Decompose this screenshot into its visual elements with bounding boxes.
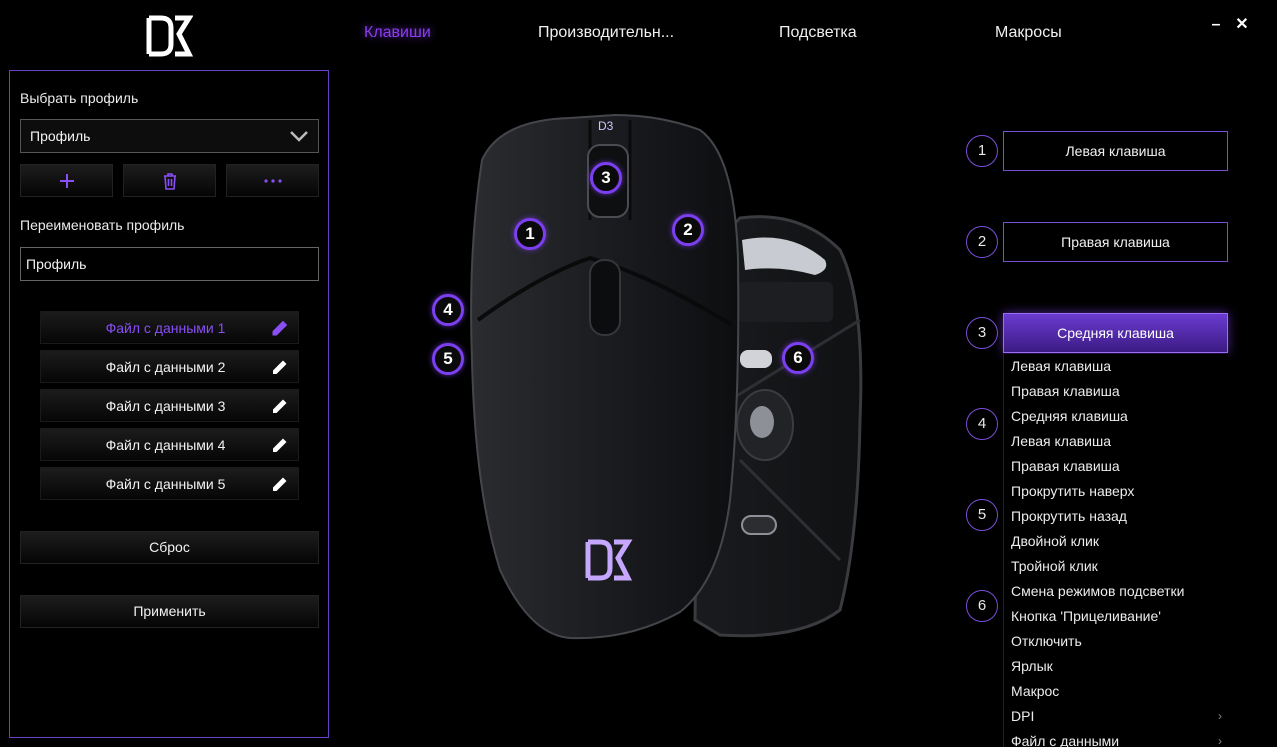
dropdown-item[interactable]: Тройной клик [1004,554,1228,579]
tab-macros[interactable]: Макросы [995,24,1062,42]
tab-keys[interactable]: Клавиши [364,24,431,42]
data-file-item-2[interactable]: Файл с данными 2 [40,350,299,383]
tab-performance[interactable]: Производительн... [538,24,674,42]
more-icon [263,178,282,183]
button-number-3: 3 [966,317,998,349]
wheel-logo: D3 [598,119,614,133]
select-profile-label: Выбрать профиль [20,90,139,106]
button-number-4: 4 [966,408,998,440]
data-file-item-1[interactable]: Файл с данными 1 [40,311,299,344]
mouse-illustration: D3 1 2 3 4 5 6 [420,100,880,650]
chevron-right-icon: › [1218,709,1222,723]
dropdown-item[interactable]: Отключить [1004,629,1228,654]
more-options-button[interactable] [226,164,319,197]
rename-profile-field[interactable] [20,247,319,281]
dropdown-item[interactable]: Прокрутить наверх [1004,479,1228,504]
mouse-image: D3 [470,113,863,640]
mouse-label-5: 5 [432,343,464,375]
mouse-label-2: 2 [672,214,704,246]
dropdown-item[interactable]: Двойной клик [1004,529,1228,554]
dropdown-item[interactable]: Правая клавиша [1004,454,1228,479]
data-file-item-3[interactable]: Файл с данными 3 [40,389,299,422]
edit-pencil-icon[interactable] [270,435,290,455]
dropdown-item[interactable]: Левая клавиша [1004,354,1228,379]
add-profile-button[interactable] [20,164,113,197]
data-file-label: Файл с данными 2 [105,359,226,375]
dropdown-item[interactable]: Ярлык [1004,654,1228,679]
rename-profile-label: Переименовать профиль [20,217,185,233]
chevron-right-icon: › [1218,734,1222,747]
chevron-down-icon [290,131,308,142]
profile-panel: Выбрать профиль Профиль Переименовать пр… [9,70,329,738]
assign-button-3[interactable]: Средняя клавиша [1003,313,1228,353]
dropdown-item-label: DPI [1011,708,1035,724]
button-number-5: 5 [966,499,998,531]
trash-icon [163,172,176,190]
dropdown-item[interactable]: Прокрутить назад [1004,504,1228,529]
dropdown-item-label: Файл с данными [1011,733,1120,747]
close-button[interactable]: ✕ [1231,14,1253,36]
dropdown-item[interactable]: Правая клавиша [1004,379,1228,404]
mouse-label-3: 3 [590,162,622,194]
mouse-label-4: 4 [432,294,464,326]
button-number-6: 6 [966,590,998,622]
edit-pencil-icon[interactable] [270,357,290,377]
function-dropdown: Левая клавиша Правая клавиша Средняя кла… [1003,354,1228,747]
dropdown-item[interactable]: Смена режимов подсветки [1004,579,1228,604]
data-file-item-5[interactable]: Файл с данными 5 [40,467,299,500]
apply-button[interactable]: Применить [20,595,319,628]
data-file-label: Файл с данными 5 [105,476,226,492]
tab-lighting[interactable]: Подсветка [779,24,857,42]
edit-pencil-icon[interactable] [270,474,290,494]
delete-profile-button[interactable] [123,164,216,197]
data-file-label: Файл с данными 4 [105,437,226,453]
dropdown-item[interactable]: Средняя клавиша [1004,404,1228,429]
mouse-label-6: 6 [782,342,814,374]
edit-pencil-icon[interactable] [270,396,290,416]
dropdown-item[interactable]: Кнопка 'Прицеливание' [1004,604,1228,629]
data-file-item-4[interactable]: Файл с данными 4 [40,428,299,461]
data-file-label: Файл с данными 1 [105,320,226,336]
assign-button-2[interactable]: Правая клавиша [1003,222,1228,262]
rename-profile-input[interactable] [21,248,318,280]
dropdown-item[interactable]: Левая клавиша [1004,429,1228,454]
data-file-label: Файл с данными 3 [105,398,226,414]
minimize-button[interactable]: – [1205,14,1227,36]
assign-button-1[interactable]: Левая клавиша [1003,131,1228,171]
button-number-2: 2 [966,226,998,258]
button-number-1: 1 [966,135,998,167]
profile-select-value: Профиль [30,128,91,144]
mouse-label-1: 1 [514,218,546,250]
plus-icon [59,173,74,188]
dropdown-item-data-file[interactable]: Файл с данными › [1004,729,1228,747]
edit-pencil-icon[interactable] [270,318,290,338]
dropdown-item[interactable]: Макрос [1004,679,1228,704]
reset-button[interactable]: Сброс [20,531,319,564]
app-logo [146,15,193,57]
dropdown-item-dpi[interactable]: DPI › [1004,704,1228,729]
profile-select[interactable]: Профиль [20,119,319,153]
